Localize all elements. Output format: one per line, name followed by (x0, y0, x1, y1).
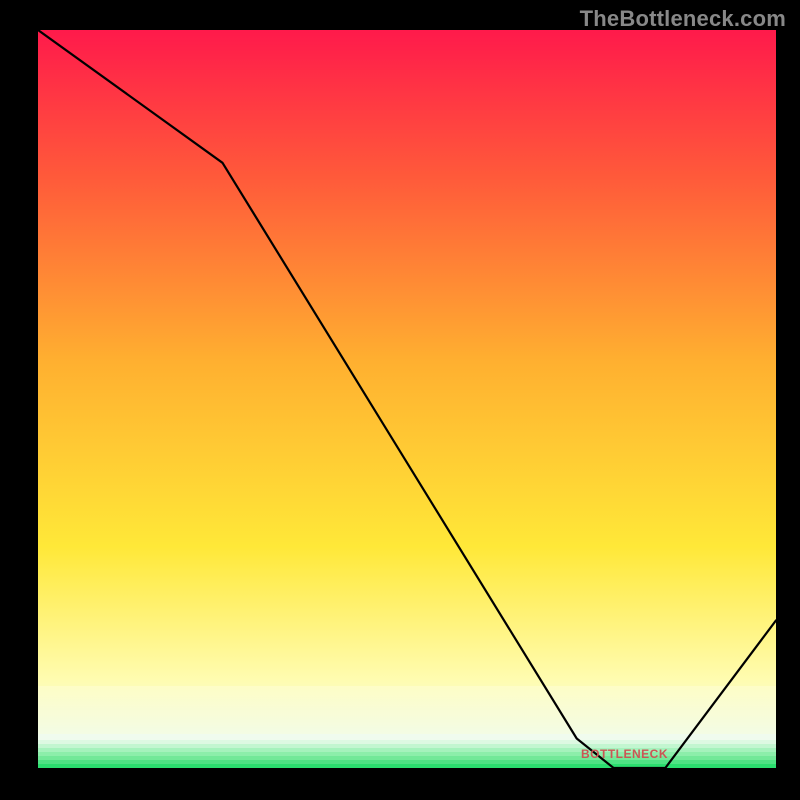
chart-frame: TheBottleneck.com (0, 0, 800, 800)
bottleneck-annotation: BOTTLENECK (581, 747, 668, 761)
line-overlay (38, 30, 776, 768)
watermark-text: TheBottleneck.com (580, 6, 786, 32)
bottleneck-curve (38, 30, 776, 768)
plot-area: BOTTLENECK (38, 30, 776, 768)
